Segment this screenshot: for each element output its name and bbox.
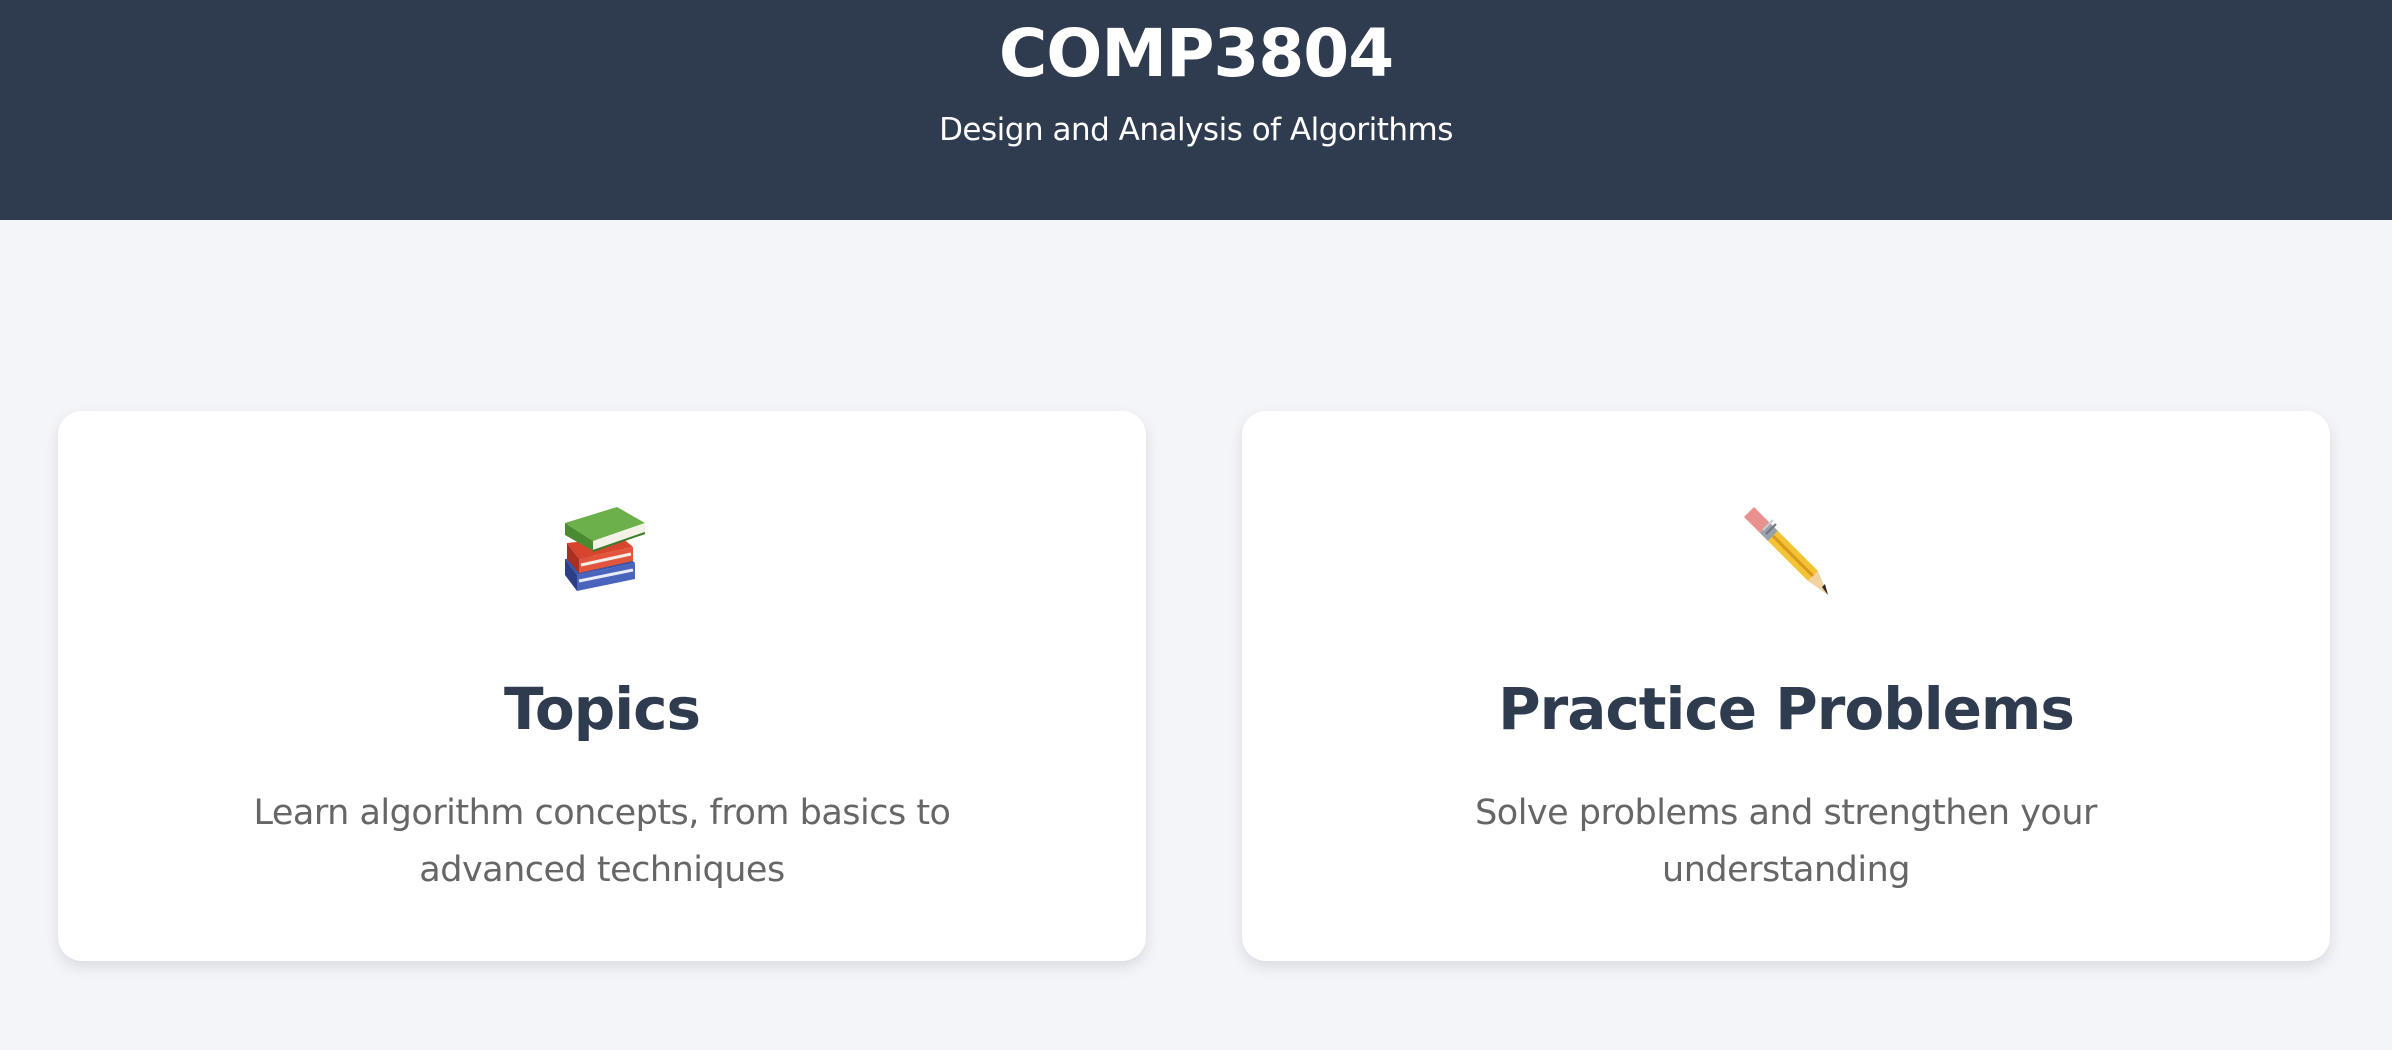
practice-problems-card-title: Practice Problems [1498,675,2075,743]
books-icon [58,503,1146,613]
page-title: COMP3804 [998,15,1394,92]
page-subtitle: Design and Analysis of Algorithms [939,112,1453,148]
topics-card-description: Learn algorithm concepts, from basics to… [253,793,951,890]
topics-card[interactable]: Topics Learn algorithm concepts, from ba… [58,411,1146,961]
page-header: COMP3804 Design and Analysis of Algorith… [0,0,2392,220]
practice-problems-card-description: Solve problems and strengthen your under… [1475,793,2097,890]
pencil-icon [1242,503,2330,613]
topics-card-title: Topics [503,675,701,743]
practice-problems-card[interactable]: Practice Problems Solve problems and str… [1242,411,2330,961]
